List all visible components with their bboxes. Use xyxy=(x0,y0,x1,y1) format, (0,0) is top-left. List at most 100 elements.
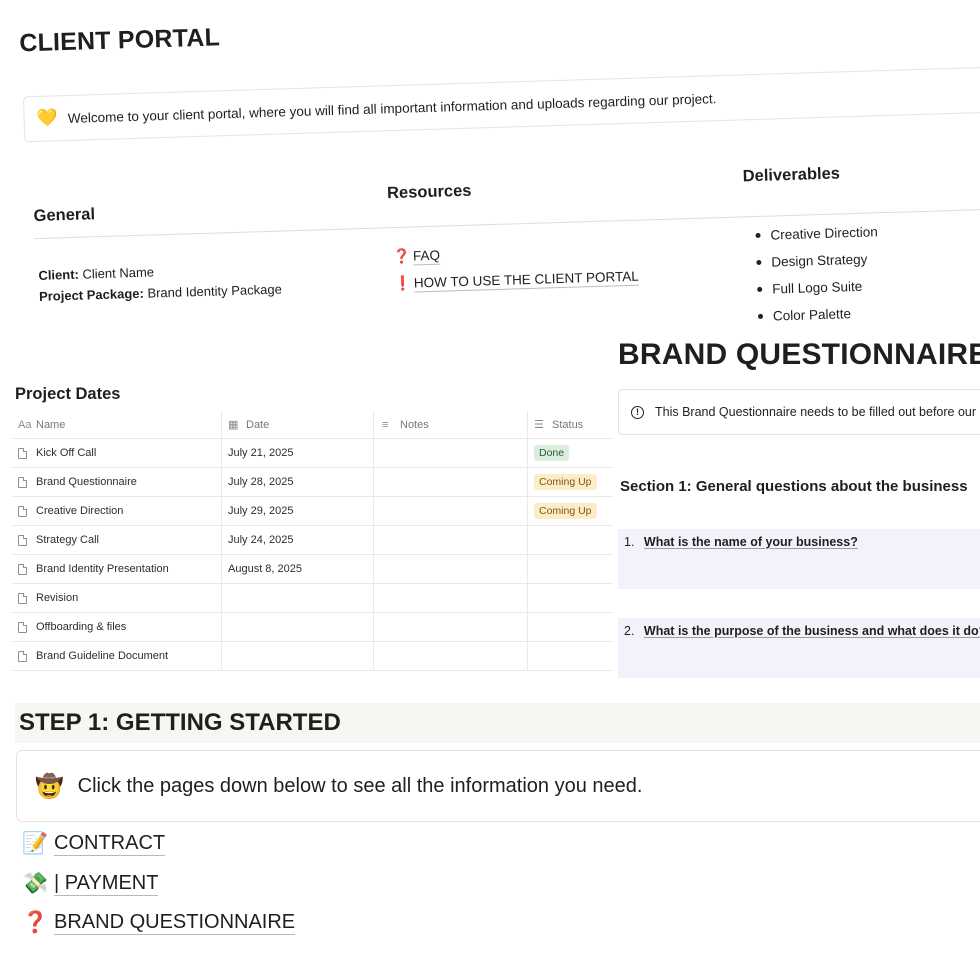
calendar-icon: ▦ xyxy=(228,419,239,431)
date-cell[interactable]: July 29, 2025 xyxy=(222,497,374,525)
table-body: Kick Off Call July 21, 2025 Done Brand Ques… xyxy=(12,439,613,671)
page-icon xyxy=(18,476,27,488)
name-cell[interactable]: Creative Direction xyxy=(12,497,222,525)
row-name: Brand Guideline Document xyxy=(36,650,169,662)
question-block-1[interactable]: 1. What is the name of your business? xyxy=(618,529,980,589)
table-row[interactable]: Brand Guideline Document xyxy=(12,642,613,671)
column-label: Status xyxy=(552,418,584,431)
resources-list: ❓ FAQ ❗ HOW TO USE THE CLIENT PORTAL xyxy=(393,236,640,297)
name-cell[interactable]: Brand Guideline Document xyxy=(12,642,222,670)
page-link-label[interactable]: BRAND QUESTIONNAIRE xyxy=(54,911,296,935)
date-cell[interactable] xyxy=(222,584,374,612)
status-badge: Coming Up xyxy=(534,474,597,490)
row-date: July 21, 2025 xyxy=(228,447,294,459)
bullet-icon xyxy=(755,232,761,239)
name-cell[interactable]: Kick Off Call xyxy=(12,439,222,467)
column-header-date[interactable]: ▦ Date xyxy=(222,411,374,438)
general-heading: General xyxy=(33,205,96,226)
row-date: July 29, 2025 xyxy=(228,505,294,517)
question-mark-icon: ❓ xyxy=(22,911,49,934)
notes-cell[interactable] xyxy=(374,468,528,496)
welcome-callout: 💛 Welcome to your client portal, where y… xyxy=(22,66,980,143)
name-cell[interactable]: Revision xyxy=(12,584,222,612)
page-link-contract[interactable]: 📝 CONTRACT xyxy=(22,832,166,856)
page-link-label[interactable]: CONTRACT xyxy=(54,832,166,856)
question-text: What is the purpose of the business and … xyxy=(643,624,980,638)
status-cell[interactable] xyxy=(528,526,613,554)
row-name: Brand Questionnaire xyxy=(36,476,137,488)
project-dates-table: Aa Name ▦ Date ≡ Notes ☰ Status Kick Off… xyxy=(12,411,613,671)
page-title: CLIENT PORTAL xyxy=(18,23,221,58)
table-row[interactable]: Brand Questionnaire July 28, 2025 Coming U… xyxy=(12,468,613,497)
column-header-notes[interactable]: ≡ Notes xyxy=(374,411,528,438)
status-cell[interactable] xyxy=(528,613,613,641)
questionnaire-callout: ! This Brand Questionnaire needs to be f… xyxy=(618,389,980,435)
list-item: Creative Direction xyxy=(755,218,878,249)
resource-label[interactable]: HOW TO USE THE CLIENT PORTAL xyxy=(413,267,640,292)
column-header-name[interactable]: Aa Name xyxy=(12,411,222,438)
row-date: July 28, 2025 xyxy=(228,476,294,488)
bullet-icon xyxy=(757,286,763,293)
status-cell[interactable]: Coming Up xyxy=(528,497,613,525)
row-date: August 8, 2025 xyxy=(228,563,303,575)
table-row[interactable]: Strategy Call July 24, 2025 xyxy=(12,526,613,555)
name-cell[interactable]: Brand Questionnaire xyxy=(12,468,222,496)
page-icon xyxy=(18,621,27,633)
page-icon xyxy=(18,563,27,575)
question-block-2[interactable]: 2. What is the purpose of the business a… xyxy=(618,618,980,678)
row-name: Offboarding & files xyxy=(36,621,127,633)
lines-icon: ≡ xyxy=(382,418,389,431)
yellow-heart-icon: 💛 xyxy=(36,108,59,128)
resource-label[interactable]: FAQ xyxy=(412,246,441,266)
package-label: Project Package: xyxy=(38,285,145,304)
row-name: Brand Identity Presentation xyxy=(36,563,169,575)
date-cell[interactable]: July 21, 2025 xyxy=(222,439,374,467)
notes-cell[interactable] xyxy=(374,613,528,641)
notes-cell[interactable] xyxy=(374,526,528,554)
general-info: Client: Client Name Project Package: Bra… xyxy=(38,258,282,307)
name-cell[interactable]: Brand Identity Presentation xyxy=(12,555,222,583)
date-cell[interactable]: July 28, 2025 xyxy=(222,468,374,496)
date-cell[interactable]: July 24, 2025 xyxy=(222,526,374,554)
date-cell[interactable] xyxy=(222,613,374,641)
status-cell[interactable] xyxy=(528,642,613,670)
step-callout: 🤠 Click the pages down below to see all … xyxy=(16,750,980,822)
deliverables-list: Creative Direction Design Strategy Full … xyxy=(755,218,881,330)
deliverables-heading: Deliverables xyxy=(742,164,841,186)
notes-cell[interactable] xyxy=(374,497,528,525)
portal-header-section: CLIENT PORTAL 💛 Welcome to your client p… xyxy=(0,0,980,340)
notes-cell[interactable] xyxy=(374,555,528,583)
status-badge: Done xyxy=(534,445,570,461)
table-row[interactable]: Revision xyxy=(12,584,613,613)
deliverable-label: Design Strategy xyxy=(771,251,868,270)
callout-text: Click the pages down below to see all th… xyxy=(77,774,643,797)
page-icon xyxy=(18,650,27,662)
column-header-status[interactable]: ☰ Status xyxy=(528,411,613,438)
page-link-label[interactable]: | PAYMENT xyxy=(54,872,159,896)
status-badge: Coming Up xyxy=(534,503,597,519)
table-row[interactable]: Kick Off Call July 21, 2025 Done xyxy=(12,439,613,468)
question-mark-icon: ❓ xyxy=(392,247,411,265)
status-cell[interactable]: Done xyxy=(528,439,613,467)
date-cell[interactable]: August 8, 2025 xyxy=(222,555,374,583)
page-link-payment[interactable]: 💸 | PAYMENT xyxy=(22,872,159,896)
date-cell[interactable] xyxy=(222,642,374,670)
list-icon: ☰ xyxy=(534,419,544,431)
table-row[interactable]: Brand Identity Presentation August 8, 202… xyxy=(12,555,613,584)
list-item: Color Palette xyxy=(757,299,881,330)
page-link-questionnaire[interactable]: ❓ BRAND QUESTIONNAIRE xyxy=(22,911,296,935)
notes-cell[interactable] xyxy=(374,584,528,612)
table-row[interactable]: Creative Direction July 29, 2025 Coming Up xyxy=(12,497,613,526)
info-icon: ! xyxy=(631,405,644,419)
table-row[interactable]: Offboarding & files xyxy=(12,613,613,642)
status-cell[interactable] xyxy=(528,555,613,583)
bullet-icon xyxy=(756,259,762,266)
page-icon xyxy=(18,447,27,459)
status-cell[interactable] xyxy=(528,584,613,612)
name-cell[interactable]: Offboarding & files xyxy=(12,613,222,641)
notes-cell[interactable] xyxy=(374,439,528,467)
status-cell[interactable]: Coming Up xyxy=(528,468,613,496)
name-cell[interactable]: Strategy Call xyxy=(12,526,222,554)
deliverable-label: Full Logo Suite xyxy=(771,278,863,297)
notes-cell[interactable] xyxy=(374,642,528,670)
